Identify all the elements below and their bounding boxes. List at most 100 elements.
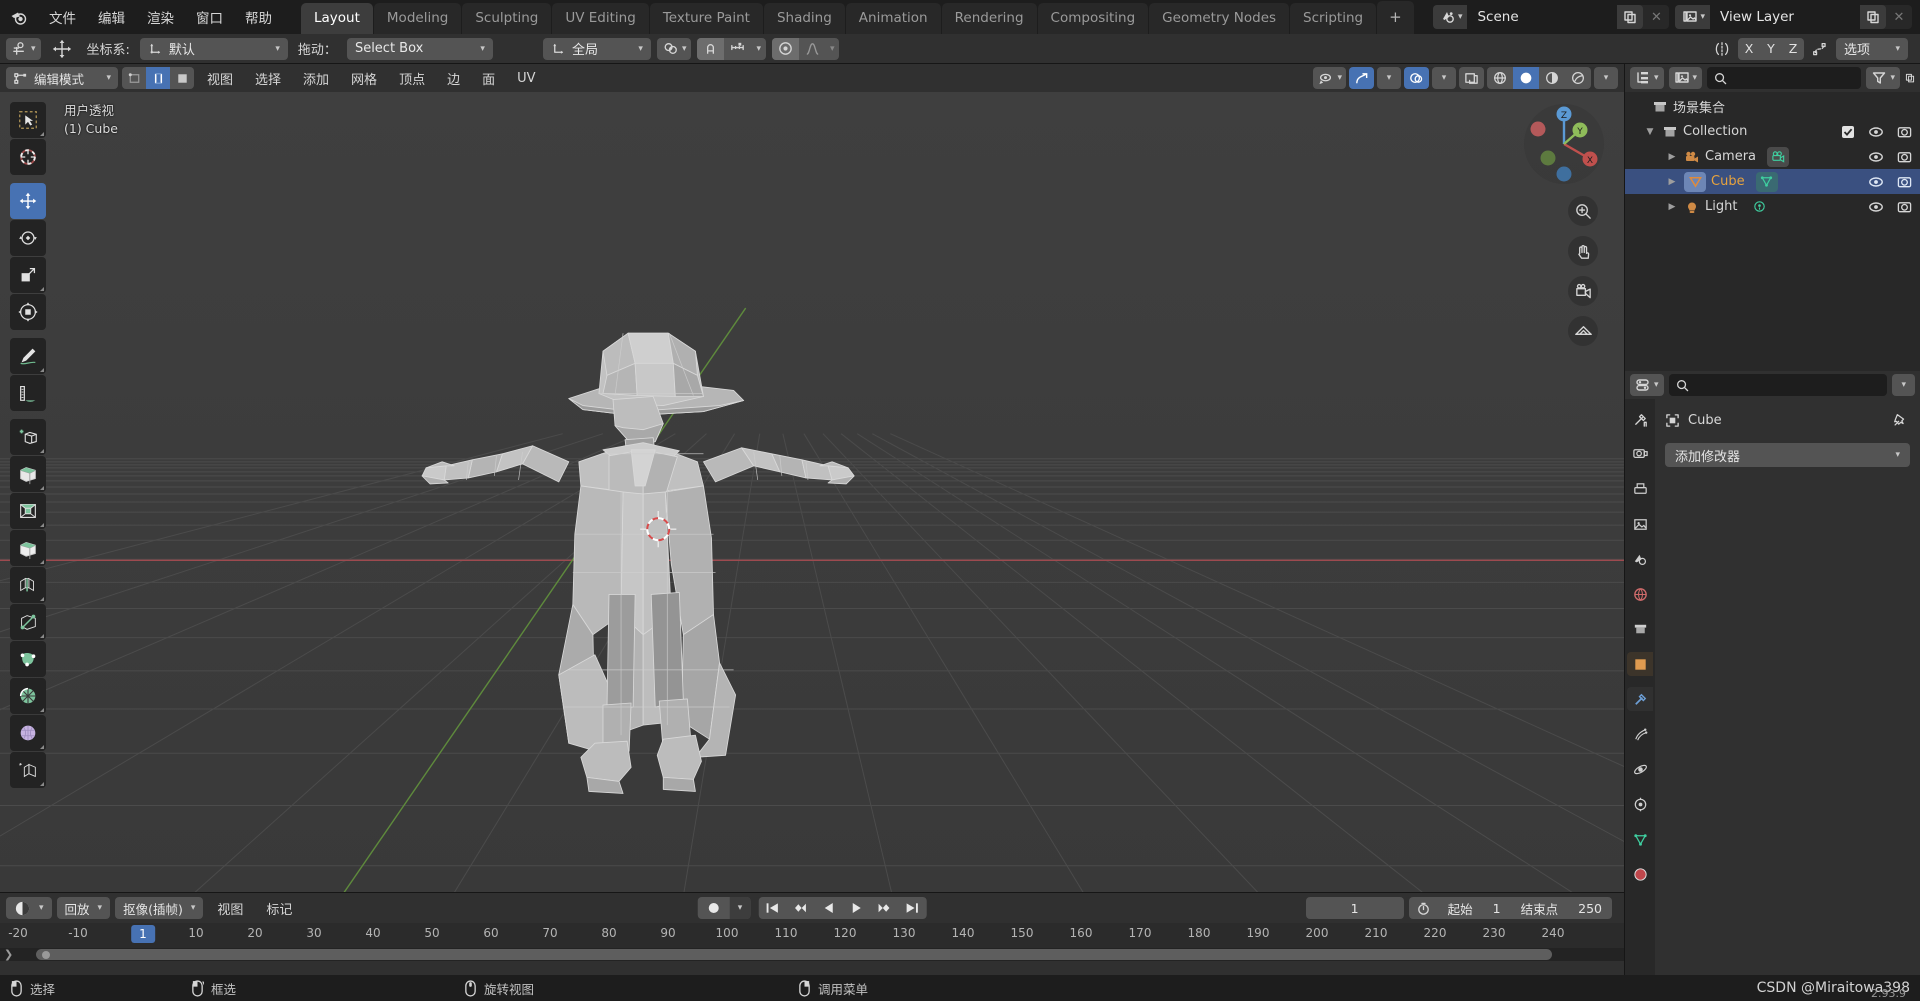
- current-frame-field[interactable]: 1: [1305, 897, 1404, 919]
- outliner-display-mode-button[interactable]: ▾: [1668, 67, 1703, 89]
- tool-measure[interactable]: [10, 375, 46, 411]
- mesh-data-icon[interactable]: [1755, 171, 1778, 192]
- tool-annotate[interactable]: [10, 338, 46, 374]
- viewport-menu-add[interactable]: 添加: [294, 66, 338, 91]
- workspace-tab-sculpting[interactable]: Sculpting: [462, 3, 552, 34]
- camera-render-icon[interactable]: [1897, 175, 1912, 189]
- visibility-selectability-button[interactable]: ▾: [1313, 67, 1346, 89]
- jump-to-prev-keyframe-button[interactable]: [786, 897, 814, 919]
- tab-world[interactable]: [1627, 582, 1653, 606]
- tool-loop-cut[interactable]: [10, 567, 46, 603]
- tab-constraints[interactable]: [1627, 792, 1653, 816]
- view-layer-selector[interactable]: ▾ View Layer ✕: [1675, 5, 1912, 29]
- camera-render-icon[interactable]: [1897, 150, 1912, 164]
- pin-icon[interactable]: [1892, 412, 1908, 428]
- tool-spin[interactable]: [10, 678, 46, 714]
- camera-view-icon[interactable]: [1568, 276, 1598, 306]
- tool-rotate[interactable]: [10, 220, 46, 256]
- falloff-chevron[interactable]: ▾: [826, 38, 839, 60]
- active-tool-icon[interactable]: ▾: [6, 37, 41, 60]
- snap-options-chevron[interactable]: ▾: [751, 38, 766, 60]
- snap-to-increment-icon[interactable]: [724, 38, 751, 60]
- scene-selector[interactable]: ▾ Scene ✕: [1432, 5, 1670, 29]
- shading-material-preview[interactable]: [1539, 67, 1565, 89]
- outliner-row-camera[interactable]: ▶ Camera: [1625, 144, 1920, 169]
- scene-icon[interactable]: ▾: [1432, 5, 1468, 29]
- outliner-search-input[interactable]: [1707, 67, 1862, 89]
- jump-to-next-keyframe-button[interactable]: [870, 897, 898, 919]
- timeline-menu-marker[interactable]: 标记: [257, 896, 301, 921]
- select-mode-edge[interactable]: [146, 67, 170, 89]
- viewport-menu-uv[interactable]: UV: [508, 68, 544, 89]
- light-data-icon[interactable]: [1748, 197, 1770, 217]
- properties-search-input[interactable]: [1668, 374, 1888, 396]
- snap-magnet-icon[interactable]: [697, 37, 725, 60]
- 3d-viewport[interactable]: 用户透视 (1) Cube Z X Y: [0, 92, 1624, 892]
- tab-output[interactable]: [1627, 477, 1653, 501]
- eye-icon[interactable]: [1868, 200, 1884, 214]
- tab-modifiers[interactable]: [1627, 687, 1653, 711]
- shading-wireframe[interactable]: [1487, 67, 1513, 89]
- add-modifier-button[interactable]: 添加修改器 ▾: [1665, 443, 1910, 467]
- workspace-tab-shading[interactable]: Shading: [763, 3, 845, 34]
- frame-end-field[interactable]: 结束点 250: [1511, 897, 1612, 919]
- proportional-edit-icon[interactable]: [772, 37, 799, 60]
- playback-dropdown[interactable]: 回放 ▾: [56, 897, 111, 919]
- tab-object[interactable]: [1627, 652, 1653, 676]
- camera-render-icon[interactable]: [1897, 200, 1912, 214]
- workspace-tab-geometry-nodes[interactable]: Geometry Nodes: [1149, 3, 1290, 34]
- gizmo-toggle-button[interactable]: [1349, 67, 1374, 89]
- xray-toggle-button[interactable]: [1459, 67, 1484, 89]
- topology-mirror-icon[interactable]: [1808, 38, 1832, 60]
- workspace-tab-texture-paint[interactable]: Texture Paint: [649, 3, 763, 34]
- play-reverse-button[interactable]: [814, 897, 842, 919]
- pan-hand-icon[interactable]: [1568, 236, 1598, 266]
- viewport-menu-face[interactable]: 面: [473, 66, 504, 91]
- options-dropdown[interactable]: 选项 ▾: [1836, 37, 1908, 60]
- delete-scene-icon[interactable]: ✕: [1643, 5, 1669, 29]
- viewport-menu-select[interactable]: 选择: [246, 66, 290, 91]
- navigation-gizmo[interactable]: Z X Y: [1522, 102, 1606, 186]
- frame-start-field[interactable]: 起始 1: [1438, 897, 1511, 919]
- viewport-menu-mesh[interactable]: 网格: [342, 66, 386, 91]
- tool-bevel[interactable]: [10, 530, 46, 566]
- eye-icon[interactable]: [1868, 125, 1884, 139]
- workspace-tab-animation[interactable]: Animation: [845, 3, 941, 34]
- shading-options-chevron[interactable]: ▾: [1594, 67, 1618, 89]
- zoom-icon[interactable]: [1568, 196, 1598, 226]
- add-workspace-button[interactable]: +: [1377, 1, 1414, 34]
- drag-action-dropdown[interactable]: Select Box ▾: [346, 37, 493, 60]
- timeline-playhead[interactable]: 1: [131, 925, 155, 943]
- tool-tweak[interactable]: [10, 102, 46, 138]
- outliner-editor-type-button[interactable]: ▾: [1630, 67, 1664, 89]
- tool-scale[interactable]: [10, 257, 46, 293]
- camera-object-data-icon[interactable]: [1767, 146, 1790, 167]
- outliner-row-light[interactable]: ▶ Light: [1625, 194, 1920, 219]
- select-mode-vertex[interactable]: [122, 67, 146, 89]
- tab-render[interactable]: [1627, 442, 1653, 466]
- timeline-scrollbar[interactable]: [36, 949, 1552, 960]
- interaction-mode-dropdown[interactable]: 编辑模式 ▾: [6, 67, 118, 89]
- mirror-icon[interactable]: [1710, 38, 1734, 60]
- camera-render-icon[interactable]: [1897, 125, 1912, 139]
- properties-options-button[interactable]: ▾: [1892, 374, 1915, 396]
- timeline-editor-type-button[interactable]: ▾: [6, 897, 52, 919]
- tool-smooth[interactable]: [10, 715, 46, 751]
- snap-space-dropdown[interactable]: 全局 ▾: [542, 37, 651, 60]
- tool-transform[interactable]: [10, 294, 46, 330]
- view-layer-name[interactable]: View Layer: [1710, 5, 1860, 29]
- tab-view-layer[interactable]: [1627, 512, 1653, 536]
- eye-icon[interactable]: [1868, 150, 1884, 164]
- new-view-layer-icon[interactable]: [1860, 5, 1886, 29]
- tool-inset-faces[interactable]: [10, 493, 46, 529]
- menu-render[interactable]: 渲染: [136, 3, 185, 31]
- pivot-point-dropdown[interactable]: ▾: [656, 37, 692, 60]
- workspace-tab-scripting[interactable]: Scripting: [1290, 3, 1377, 34]
- select-mode-face[interactable]: [170, 67, 194, 89]
- falloff-curve-icon[interactable]: [799, 38, 826, 60]
- timeline-scrollbar-handle[interactable]: [42, 950, 50, 959]
- delete-view-layer-icon[interactable]: ✕: [1886, 5, 1912, 29]
- new-scene-icon[interactable]: [1617, 5, 1644, 29]
- tab-tool[interactable]: [1627, 407, 1653, 431]
- viewport-menu-edge[interactable]: 边: [438, 66, 469, 91]
